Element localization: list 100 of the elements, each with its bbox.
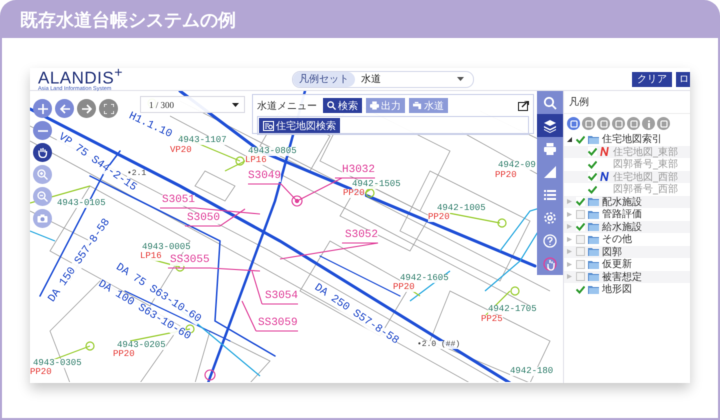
checkbox[interactable] xyxy=(576,284,585,294)
meter-label: PP20 xyxy=(113,350,135,359)
parcel-number: 4942-1505 xyxy=(352,180,401,189)
folder-icon xyxy=(588,260,599,269)
left-arrow-icon xyxy=(60,104,70,114)
meter-label: LP16 xyxy=(140,252,162,261)
legend-title: 凡例 xyxy=(564,91,690,114)
meter-label: LP16 xyxy=(245,156,267,165)
help-icon xyxy=(543,234,557,248)
hand-icon xyxy=(37,147,48,158)
gear-icon xyxy=(543,210,557,224)
folder-icon xyxy=(588,134,599,144)
expander-icon[interactable] xyxy=(567,136,572,142)
checkbox[interactable] xyxy=(576,234,585,244)
plus-icon xyxy=(38,104,48,114)
checkbox[interactable] xyxy=(576,260,585,269)
legend-item-label: 給水施設 xyxy=(602,220,642,234)
parcel-number: 4942-09 xyxy=(498,161,536,170)
map-search-icon xyxy=(263,120,274,130)
pop-out-icon[interactable] xyxy=(518,100,529,110)
legend-item-label: 仮更新 xyxy=(602,258,632,272)
checkbox[interactable] xyxy=(576,134,585,144)
parcel-number: 4942-1605 xyxy=(400,274,449,283)
legend-tool-button[interactable] xyxy=(627,117,640,130)
legend-item-label: 住宅地図索引 xyxy=(602,132,662,146)
printer-icon xyxy=(370,101,379,110)
legend-item-label: 管路評価 xyxy=(602,208,642,222)
back-button[interactable] xyxy=(55,99,74,118)
legend-tool-button[interactable] xyxy=(612,117,625,130)
facility-label: S3049 xyxy=(248,171,282,182)
parcel-number: 4943-0805 xyxy=(248,147,297,156)
search-icon xyxy=(543,96,557,110)
legend-tool-button[interactable] xyxy=(582,117,595,130)
meter-label: PP25 xyxy=(481,315,503,324)
facility-label: S3051 xyxy=(162,195,196,206)
right-arrow-icon xyxy=(82,104,92,114)
parcel-number: 4942-1005 xyxy=(437,204,486,213)
meter-label: PP20 xyxy=(30,368,52,377)
checkbox[interactable] xyxy=(588,172,597,182)
home-button[interactable] xyxy=(33,143,52,162)
toolbar-button[interactable]: クリア xyxy=(632,72,672,86)
legend-item-label: その他 xyxy=(602,233,632,246)
faucet-icon xyxy=(413,101,422,110)
hand-icon xyxy=(543,256,557,270)
zoom-in-button[interactable] xyxy=(33,99,52,118)
parcel-number: 4943-0105 xyxy=(57,199,106,208)
checkbox[interactable] xyxy=(588,147,597,156)
legend-item-label: 図郭番号_西部 xyxy=(613,182,678,196)
menu-label: 水道メニュー xyxy=(257,100,317,112)
checkbox[interactable] xyxy=(576,222,585,232)
checkbox[interactable] xyxy=(588,184,597,194)
checkbox[interactable] xyxy=(576,247,585,256)
list-icon xyxy=(543,188,557,202)
checkbox[interactable] xyxy=(576,210,585,219)
legend-item-label: 図郭番号_東部 xyxy=(613,158,678,172)
legend-item-label: 図郭 xyxy=(602,246,622,259)
parcel-number: 4943-0005 xyxy=(142,243,191,252)
legend-tool-button[interactable] xyxy=(642,117,655,130)
menu-button[interactable]: 検索 xyxy=(323,98,362,113)
legend-tool-button[interactable] xyxy=(567,117,580,130)
triangle-ruler-icon xyxy=(543,164,557,178)
legend-item-label: 住宅地図_西部 xyxy=(613,170,678,184)
search-icon xyxy=(327,101,336,110)
camera-button[interactable] xyxy=(33,209,52,228)
legend-set-select[interactable]: 凡例セット 水道 xyxy=(292,70,474,88)
scale-select[interactable]: 1 / 300 xyxy=(140,96,245,113)
elevation-label: •2.0 (##) xyxy=(417,341,460,349)
legend-item-label: 配水施設 xyxy=(602,196,642,208)
printer-icon xyxy=(543,142,557,156)
expand-icon xyxy=(104,104,114,114)
checkbox[interactable] xyxy=(576,197,585,206)
folder-icon xyxy=(588,272,599,282)
legend-tool-button[interactable] xyxy=(597,117,610,130)
folder-icon xyxy=(588,222,599,232)
parcel-number: 4943-0205 xyxy=(117,341,166,350)
folder-icon xyxy=(588,234,599,244)
camera-icon xyxy=(37,214,48,223)
house-map-search-button[interactable]: 住宅地図検索 xyxy=(259,118,340,133)
zoom-out-icon xyxy=(37,191,48,202)
zoom-in-icon xyxy=(37,169,48,180)
page-title: 既存水道台帳システムの例 xyxy=(0,0,720,38)
layers-button[interactable] xyxy=(537,114,563,137)
forward-button[interactable] xyxy=(77,99,96,118)
legend-item-label: 住宅地図_東部 xyxy=(613,146,678,158)
parcel-number: 4942-1705 xyxy=(488,305,537,314)
caret-icon xyxy=(232,102,239,106)
facility-label: S3050 xyxy=(187,213,220,224)
magnify-minus-button[interactable] xyxy=(33,187,52,206)
meter-label: PP20 xyxy=(495,171,517,180)
checkbox[interactable] xyxy=(576,272,585,282)
checkbox[interactable] xyxy=(588,160,597,169)
folder-icon xyxy=(588,210,599,219)
facility-label: SS3055 xyxy=(170,255,210,266)
toolbar-button[interactable]: ロ xyxy=(676,72,690,86)
legend-item-label: 地形図 xyxy=(602,282,632,296)
fullscreen-button[interactable] xyxy=(99,99,118,118)
meter-label: PP20 xyxy=(428,213,450,222)
meter-label: PP20 xyxy=(343,189,365,198)
logo-text: ALANDIS$^{+}$ xyxy=(38,66,124,87)
legend-tool-button[interactable] xyxy=(657,117,670,130)
